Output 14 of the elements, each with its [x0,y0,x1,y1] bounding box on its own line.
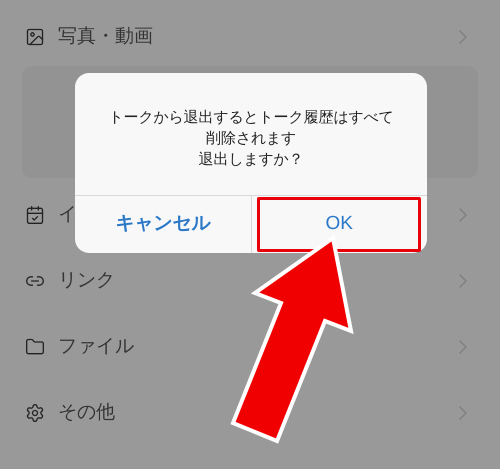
dialog-button[interactable]: キャンセル [88,200,238,250]
settings-icon [25,403,45,423]
menu-label[interactable]: ファイル [58,332,134,362]
calendar-check-icon [25,205,45,225]
menu-label[interactable]: その他 [58,398,115,428]
image-icon [25,27,45,47]
dialog-message: 退出しますか？ [198,150,304,170]
dialog-button[interactable]: OK [257,197,422,252]
folder-icon [25,337,45,357]
menu-label[interactable]: イ [58,200,77,230]
dialog-message: 削除されます [206,128,296,148]
dialog-message: トークから退出するとトーク履歴はすべて [108,108,394,128]
menu-label[interactable]: リンク [58,266,115,296]
menu-label[interactable]: 写真・動画 [58,22,153,52]
